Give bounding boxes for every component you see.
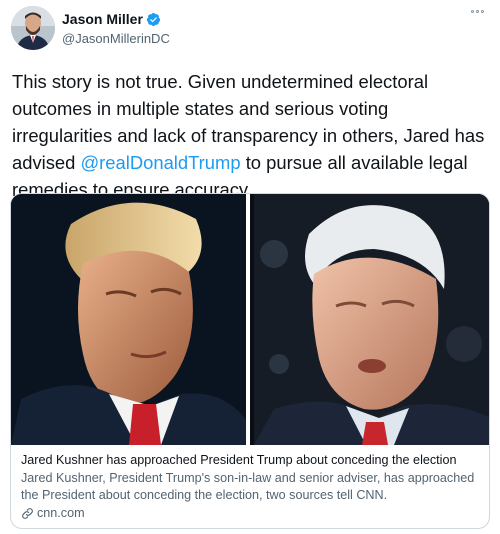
tweet-header: Jason Miller @JasonMillerinDC [10,6,490,56]
card-domain-row[interactable]: cnn.com [21,505,479,522]
display-name[interactable]: Jason Miller [62,11,143,27]
card-body[interactable]: Jared Kushner has approached President T… [11,445,489,522]
card-description: Jared Kushner, President Trump's son-in-… [21,471,475,502]
more-options-icon[interactable] [471,10,484,13]
card-image[interactable] [11,194,489,445]
card-title[interactable]: Jared Kushner has approached President T… [21,452,479,469]
card-domain[interactable]: cnn.com [37,505,85,522]
verified-badge-icon [146,12,160,26]
mention-link[interactable]: @realDonaldTrump [81,152,241,173]
card-image-divider [246,194,250,445]
portrait-photo-icon [11,194,247,445]
link-icon [22,508,33,519]
card-photo-left [11,194,247,445]
author-handle[interactable]: @JasonMillerinDC [62,31,170,46]
card-photo-right [253,194,489,445]
link-card[interactable]: Jared Kushner has approached President T… [10,193,490,529]
avatar-photo-icon [11,6,55,50]
portrait-photo-icon [253,194,489,445]
avatar[interactable] [11,6,55,50]
tweet-text: This story is not true. Given undetermin… [10,68,490,203]
author-names: Jason Miller @JasonMillerinDC [62,10,170,46]
